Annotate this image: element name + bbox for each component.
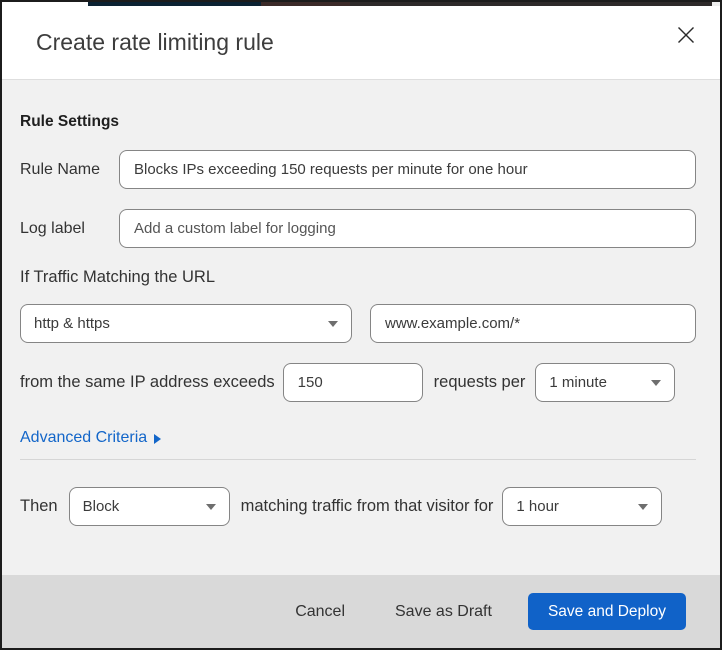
chevron-down-icon (205, 503, 216, 510)
chevron-down-icon (328, 320, 338, 327)
action-row: Then Block matching traffic from that vi… (20, 487, 696, 526)
modal-footer: Cancel Save as Draft Save and Deploy (2, 575, 720, 648)
modal-title: Create rate limiting rule (36, 29, 274, 55)
log-label-label: Log label (20, 219, 85, 237)
close-button[interactable] (672, 22, 700, 50)
traffic-match-heading: If Traffic Matching the URL (20, 268, 216, 286)
action-prefix-text: Then (20, 497, 58, 515)
log-label-row: Log label (20, 209, 696, 248)
save-and-deploy-button[interactable]: Save and Deploy (527, 593, 686, 630)
chevron-down-icon (638, 503, 649, 510)
action-middle-text: matching traffic from that visitor for (240, 497, 494, 515)
cancel-button[interactable]: Cancel (287, 597, 353, 627)
url-input[interactable] (370, 304, 696, 343)
scheme-select[interactable]: http & https (20, 304, 352, 343)
chevron-down-icon (651, 379, 662, 386)
section-divider (20, 459, 696, 460)
request-count-input[interactable] (282, 363, 423, 402)
rule-name-input[interactable] (119, 150, 696, 189)
duration-select-value: 1 hour (516, 498, 559, 515)
threshold-middle-text: requests per (433, 373, 526, 391)
modal-header: Create rate limiting rule (2, 6, 720, 80)
rate-limit-modal-window: Create rate limiting rule Rule Settings … (0, 0, 722, 650)
scheme-select-value: http & https (34, 315, 110, 332)
period-select[interactable]: 1 minute (535, 363, 676, 402)
action-select[interactable]: Block (68, 487, 230, 526)
close-icon (677, 26, 695, 47)
rule-name-label: Rule Name (20, 160, 101, 178)
rule-name-row: Rule Name (20, 150, 696, 189)
log-label-input[interactable] (119, 209, 696, 248)
action-select-value: Block (82, 498, 120, 515)
threshold-row: from the same IP address exceeds request… (20, 363, 696, 402)
advanced-criteria-label: Advanced Criteria (20, 429, 148, 446)
chevron-right-icon (154, 434, 162, 444)
section-heading: Rule Settings (20, 113, 120, 130)
modal-body: Rule Settings Rule Name Log label If Tra… (2, 80, 720, 575)
period-select-value: 1 minute (549, 374, 607, 391)
traffic-match-row: http & https (20, 304, 696, 343)
threshold-prefix-text: from the same IP address exceeds (20, 373, 275, 391)
duration-select[interactable]: 1 hour (502, 487, 663, 526)
advanced-criteria-link[interactable]: Advanced Criteria (20, 429, 162, 447)
save-as-draft-button[interactable]: Save as Draft (387, 597, 500, 627)
